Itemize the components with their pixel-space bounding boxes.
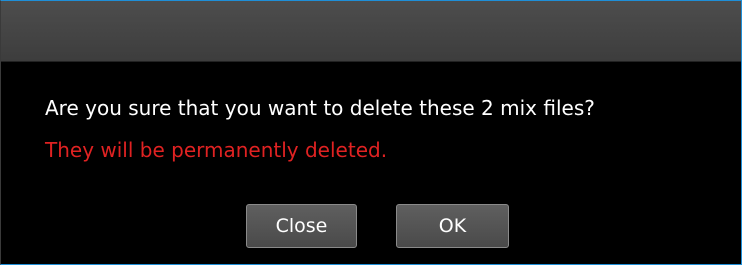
ok-button[interactable]: OK — [396, 204, 509, 248]
permanent-delete-warning: They will be permanently deleted. — [45, 138, 388, 162]
close-button[interactable]: Close — [246, 204, 357, 248]
confirmation-message: Are you sure that you want to delete the… — [45, 96, 595, 120]
delete-confirmation-dialog: Are you sure that you want to delete the… — [0, 0, 742, 265]
dialog-title-bar[interactable] — [1, 1, 741, 62]
